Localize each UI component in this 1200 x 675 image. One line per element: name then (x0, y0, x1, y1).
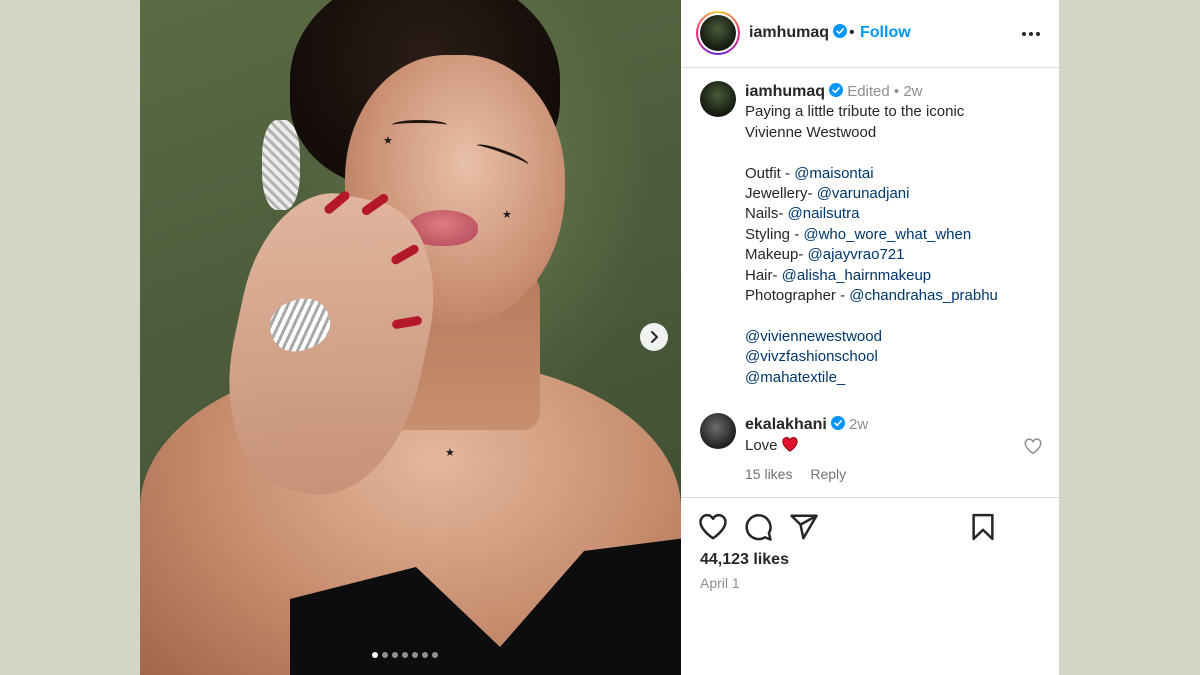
post-sidebar: iamhumaq • Follow iamhumaq Edited • 2w P… (681, 0, 1059, 675)
slide-dot[interactable] (402, 652, 408, 658)
comment-username[interactable]: ekalakhani (745, 416, 827, 433)
caption-text-segment: Jewellery- (745, 185, 817, 203)
caption-text-segment: Outfit - (745, 164, 795, 182)
caption-line: @vivzfashionschool (745, 347, 1045, 367)
mention-link[interactable]: @mahatextile_ (745, 369, 845, 386)
caption-edited: Edited (847, 83, 890, 100)
photo-earring (262, 120, 300, 210)
photo-subject-left-eye (392, 120, 447, 130)
more-icon[interactable] (1019, 22, 1043, 46)
photo-star-decal: ★ (383, 135, 393, 147)
caption-line: Jewellery- @varunadjani (745, 184, 1045, 204)
chevron-right-icon (651, 331, 658, 343)
post-header: iamhumaq • Follow (681, 0, 1059, 68)
caption-text-segment: Styling - (745, 225, 804, 243)
caption-line: Makeup- @ajayvrao721 (745, 245, 1045, 265)
caption-line: Paying a little tribute to the iconic (745, 102, 1045, 122)
mention-link[interactable]: @alisha_hairnmakeup (782, 267, 931, 284)
slide-dot[interactable] (382, 652, 388, 658)
slide-dot[interactable] (432, 652, 438, 658)
caption-line: Hair- @alisha_hairnmakeup (745, 266, 1045, 286)
photo-star-decal: ★ (502, 209, 512, 221)
verified-icon (829, 83, 844, 97)
comment-like-heart-icon[interactable] (1023, 437, 1043, 455)
comment-icon[interactable] (743, 512, 773, 542)
comment-avatar[interactable] (700, 413, 736, 449)
comment-age: 2w (849, 416, 869, 433)
header-separator: • (849, 24, 855, 41)
caption-text-segment: Photographer - (745, 287, 850, 305)
comment: ekalakhani 2w Love (745, 414, 868, 456)
caption-text: Paying a little tribute to the iconic Viv… (745, 102, 1045, 388)
red-heart-emoji-icon (781, 437, 798, 452)
caption-username[interactable]: iamhumaq (745, 83, 825, 100)
mention-link[interactable]: @nailsutra (788, 205, 860, 222)
caption-text-segment: Paying a little tribute to the iconic (745, 103, 965, 121)
verified-icon (833, 24, 848, 38)
mention-link[interactable]: @ajayvrao721 (808, 246, 905, 263)
caption-line: Outfit - @maisontai (745, 164, 1045, 184)
caption-age: 2w (903, 83, 923, 100)
post-photo[interactable]: ★ ★ ★ (140, 0, 681, 675)
slide-dot[interactable] (412, 652, 418, 658)
caption-bullet: • (893, 83, 900, 100)
heart-icon[interactable] (698, 512, 728, 542)
mention-link[interactable]: @chandrahas_prabhu (849, 287, 998, 304)
mention-link[interactable]: @varunadjani (817, 185, 910, 202)
caption-line: Vivienne Westwood (745, 123, 1045, 143)
caption-line (745, 306, 1045, 326)
post-likes-count[interactable]: 44,123 likes (700, 551, 789, 569)
verified-icon (830, 416, 845, 430)
caption-line: Photographer - @chandrahas_prabhu (745, 286, 1045, 306)
comment-likes-count[interactable]: 15 likes (745, 466, 792, 482)
slide-indicator (372, 652, 438, 658)
caption-text-segment: Vivienne Westwood (745, 123, 877, 141)
comment-reply-button[interactable]: Reply (810, 466, 846, 482)
mention-link[interactable]: @maisontai (794, 165, 873, 182)
divider (681, 497, 1059, 498)
bookmark-icon[interactable] (968, 512, 998, 542)
caption-line: @mahatextile_ (745, 368, 1045, 388)
caption-line: Nails- @nailsutra (745, 204, 1045, 224)
next-slide-button[interactable] (640, 323, 668, 351)
caption-line: @viviennewestwood (745, 327, 1045, 347)
mention-link[interactable]: @who_wore_what_when (803, 226, 971, 243)
caption-text-segment: Makeup- (745, 246, 808, 264)
slide-dot[interactable] (372, 652, 378, 658)
slide-dot[interactable] (422, 652, 428, 658)
profile-avatar[interactable] (696, 11, 740, 55)
comment-text: Love (745, 437, 778, 454)
comment-actions: 15 likes Reply (745, 466, 860, 482)
slide-dot[interactable] (392, 652, 398, 658)
mention-link[interactable]: @vivzfashionschool (745, 348, 878, 365)
share-icon[interactable] (789, 512, 819, 542)
mention-link[interactable]: @viviennewestwood (745, 328, 882, 345)
caption-text-segment: Nails- (745, 205, 788, 223)
caption-line (745, 143, 1045, 163)
post-caption: iamhumaq Edited • 2w Paying a little tri… (745, 82, 1045, 388)
caption-avatar[interactable] (700, 81, 736, 117)
follow-button[interactable]: Follow (860, 24, 911, 42)
post-username[interactable]: iamhumaq (749, 24, 848, 42)
post-action-bar (681, 512, 1059, 544)
caption-line: Styling - @who_wore_what_when (745, 225, 1045, 245)
post-date[interactable]: April 1 (700, 575, 740, 591)
caption-text-segment: Hair- (745, 266, 782, 284)
photo-star-decal: ★ (445, 447, 455, 459)
